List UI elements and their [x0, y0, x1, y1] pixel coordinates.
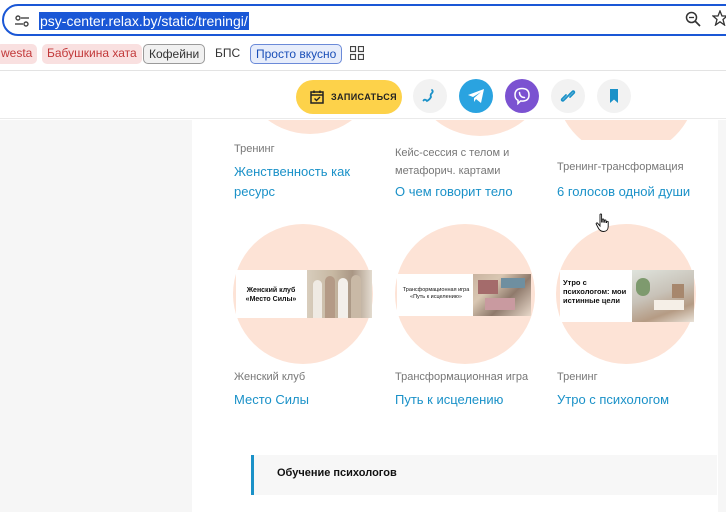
link-icon: [560, 90, 576, 102]
viber-button[interactable]: [505, 79, 539, 113]
women-photo: [307, 270, 372, 318]
url-text[interactable]: psy-center.relax.by/static/treningi/: [39, 12, 249, 30]
thumbnail-text: Женский клуб «Место Силы»: [245, 287, 297, 303]
bookmark-prosto-vkusno[interactable]: Просто вкусно: [250, 44, 343, 64]
desk-photo: [632, 270, 694, 322]
telegram-icon: [468, 89, 484, 103]
card-title-link[interactable]: Путь к исцелению: [395, 390, 545, 410]
right-background-strip: [718, 120, 726, 512]
card-title-link[interactable]: 6 голосов одной души: [557, 182, 717, 202]
bookmark-icon: [610, 89, 618, 103]
card-blob: [410, 120, 550, 136]
game-board-photo: [473, 274, 531, 316]
card-blob: [240, 120, 380, 134]
card-category: Кейс-сессия с телом и метафорич. картами: [395, 147, 510, 177]
site-header: ЗАПИСАТЬСЯ: [0, 71, 726, 119]
left-background-strip: [0, 120, 192, 512]
card-thumbnail: Трансформационная игра «Путь к исцелению…: [397, 274, 531, 316]
card-thumbnail: Утро с психологом: мои истинные цели: [560, 270, 694, 322]
card-category: Тренинг: [234, 143, 275, 155]
bookmark-button[interactable]: [597, 79, 631, 113]
phone-button[interactable]: [413, 79, 447, 113]
card-category: Трансформационная игра: [395, 371, 529, 383]
signup-button[interactable]: ЗАПИСАТЬСЯ: [296, 80, 402, 114]
apps-grid-icon[interactable]: [350, 46, 364, 60]
card-title-link[interactable]: О чем говорит тело: [395, 182, 545, 202]
calendar-check-icon: [310, 90, 324, 104]
thumbnail-text: Трансформационная игра «Путь к исцелению…: [402, 287, 470, 300]
telegram-button[interactable]: [459, 79, 493, 113]
hand-cursor-icon: [595, 213, 609, 232]
card-title-link[interactable]: Женственность как ресурс: [234, 162, 374, 202]
site-info-icon[interactable]: [14, 13, 30, 29]
card-thumbnail: Женский клуб «Место Силы»: [236, 270, 372, 318]
phone-icon: [422, 89, 434, 103]
bookmark-bps[interactable]: БПС: [210, 44, 245, 64]
top-row-blobs: [0, 120, 726, 140]
section-title: Обучение психологов: [277, 467, 397, 479]
card-category: Женский клуб: [234, 371, 306, 383]
address-bar[interactable]: psy-center.relax.by/static/treningi/: [2, 4, 726, 36]
bookmark-westa[interactable]: westa: [0, 44, 38, 64]
thumbnail-text: Утро с психологом: мои истинные цели: [563, 278, 627, 305]
psychologist-training-section[interactable]: Обучение психологов: [251, 455, 717, 495]
card-category: Тренинг: [557, 371, 598, 383]
card-title-link[interactable]: Утро с психологом: [557, 390, 717, 410]
card-category: Тренинг-трансформация: [557, 161, 684, 173]
card-blob: [556, 120, 696, 140]
viber-icon: [514, 87, 530, 105]
bookmark-star-icon[interactable]: [712, 10, 726, 26]
link-button[interactable]: [551, 79, 585, 113]
signup-label: ЗАПИСАТЬСЯ: [331, 92, 397, 102]
card-title-link[interactable]: Место Силы: [234, 390, 384, 410]
bookmark-babushkina-hata[interactable]: Бабушкина хата: [42, 44, 142, 64]
zoom-icon[interactable]: [685, 11, 701, 27]
bookmark-kofeyni[interactable]: Кофейни: [143, 44, 206, 64]
browser-toolbar: psy-center.relax.by/static/treningi/: [0, 0, 726, 40]
